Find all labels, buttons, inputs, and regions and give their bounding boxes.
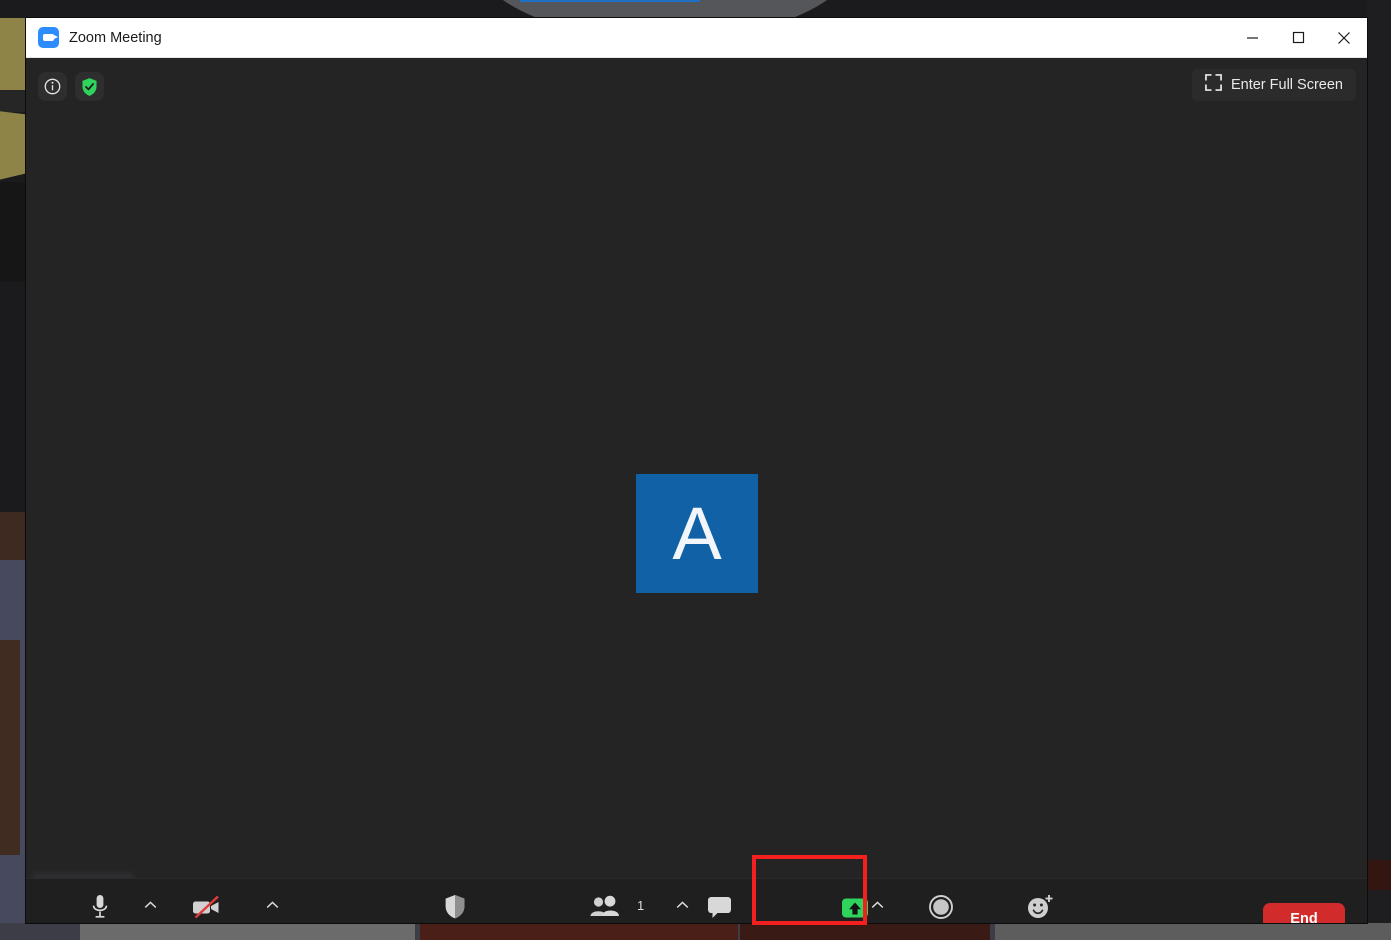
window-title-bar: Zoom Meeting [26,18,1367,58]
zoom-meeting-window: Zoom Meeting Enter Full Screen A 1 End [26,18,1367,923]
background-bottom-red-left [420,923,738,940]
reactions-button[interactable]: Reactions [1010,887,1070,923]
background-right-strip [1367,0,1391,940]
background-right-red [1367,860,1391,890]
shield-check-icon[interactable] [75,72,104,101]
share-screen-button[interactable]: Share Screen [814,887,897,923]
participants-chevron-up-icon[interactable] [676,901,689,909]
background-shape-black [0,182,28,282]
mute-chevron-up-icon[interactable] [144,901,157,909]
zoom-camera-icon [38,27,59,48]
chat-button[interactable]: Chat [705,887,734,923]
start-video-chevron-up-icon[interactable] [266,901,279,909]
share-screen-arrow-icon [838,887,872,921]
background-bottom-gray-left [80,923,415,940]
share-screen-chevron-up-icon[interactable] [871,901,884,909]
participants-button[interactable]: Participants [572,887,643,923]
close-icon[interactable] [1321,18,1367,57]
background-shape-brown-lower [0,640,20,855]
participant-avatar-tile[interactable]: A [636,474,758,593]
end-meeting-button[interactable]: End [1263,903,1345,923]
background-bottom-gray-right [995,923,1391,940]
enter-full-screen-label: Enter Full Screen [1230,77,1343,93]
participants-count: 1 [637,898,645,913]
mute-button[interactable]: Mute [85,887,115,923]
smiley-plus-icon [1024,887,1056,921]
shield-icon [443,887,467,921]
background-shape-khaki-lower [0,110,26,182]
enter-full-screen-button[interactable]: Enter Full Screen [1191,69,1356,101]
camera-off-icon [190,887,224,921]
record-button[interactable]: Record [919,887,963,923]
chat-bubble-icon [706,887,733,921]
info-icon[interactable] [38,72,67,101]
window-title: Zoom Meeting [69,29,162,46]
start-video-button[interactable]: Start Video [174,887,241,923]
background-bottom-red-right [740,923,990,940]
security-button[interactable]: Security [431,887,480,923]
title-bar-left: Zoom Meeting [26,27,162,48]
background-shape-dark-band [0,90,28,112]
microphone-icon [90,887,110,921]
fullscreen-corners-icon [1205,74,1222,96]
background-shape-brown-upper [0,512,28,560]
record-circle-icon [927,887,955,921]
stage-top-left-badges [38,72,104,101]
people-icon [589,887,625,921]
minimize-icon[interactable] [1229,18,1275,57]
maximize-icon[interactable] [1275,18,1321,57]
avatar-initial: A [672,491,722,575]
window-controls [1229,18,1367,57]
meeting-toolbar: Mute Start Video [26,878,1367,923]
end-label: End [1290,911,1318,923]
meeting-stage: Enter Full Screen A [26,58,1367,901]
background-shape-blue-strip [520,0,700,2]
